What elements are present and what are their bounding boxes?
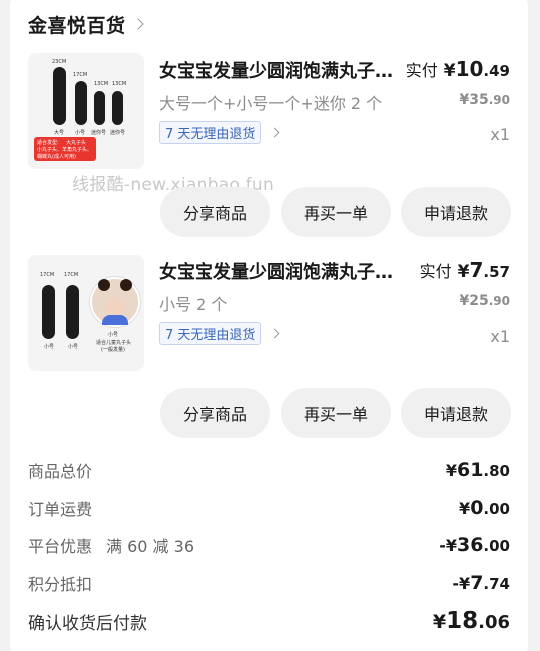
share-product-button[interactable]: 分享商品	[160, 187, 270, 237]
original-price: ¥25.90	[459, 293, 511, 309]
child-photo	[90, 277, 140, 327]
quantity: x1	[490, 125, 510, 144]
points-deduction-row: 积分抵扣 -¥ 7.74	[28, 572, 510, 594]
size-label: 23CM	[52, 59, 67, 65]
size-name: 小号	[68, 344, 79, 350]
shop-header[interactable]: 金喜悦百货	[28, 8, 144, 40]
return-policy-badge: 7 天无理由退货	[159, 322, 262, 345]
chevron-right-icon	[131, 18, 144, 30]
size-name: 迷你号	[110, 130, 126, 136]
small-bun-maker	[66, 285, 79, 339]
mini-bun-maker	[94, 91, 105, 125]
shipping-row: 订单运费 ¥0.00	[28, 497, 510, 519]
small-bun-maker	[42, 285, 55, 339]
size-label: 13CM	[94, 81, 109, 87]
paid-price: 实付 ¥ 10 .49	[405, 57, 510, 81]
product-image[interactable]: 17CM 17CM 小号 小号 小号 适合儿童丸子头 (一般发量)	[28, 255, 144, 371]
shop-name: 金喜悦百货	[28, 14, 126, 37]
final-payment-row: 确认收货后付款 ¥18.06	[28, 608, 510, 634]
size-name: 小号	[44, 344, 55, 350]
paid-price: 实付 ¥ 7 .57	[419, 258, 510, 282]
items-total-row: 商品总价 ¥61.80	[28, 459, 510, 481]
product-title[interactable]: 女宝宝发量少圆润饱满丸子头神器	[159, 57, 395, 83]
product-title[interactable]: 女宝宝发量少圆润饱满丸子头神器	[159, 258, 404, 284]
request-refund-button[interactable]: 申请退款	[401, 388, 511, 438]
request-refund-button[interactable]: 申请退款	[401, 187, 511, 237]
promo-text: 满 60 减 36	[106, 537, 194, 556]
quantity: x1	[490, 327, 510, 346]
photo-caption: (一般发量)	[101, 347, 125, 353]
hairstyle-note: 适合发型: 大丸子头 小丸子头、羊角丸子头、 蝴蝶丸(成人可用)	[34, 137, 96, 161]
shipping-value: ¥0.00	[459, 497, 510, 519]
points-deduction-value: -¥ 7.74	[452, 572, 510, 594]
photo-caption: 适合儿童丸子头	[96, 340, 132, 346]
size-name: 迷你号	[91, 130, 107, 136]
size-name: 大号	[54, 130, 65, 136]
photo-caption: 小号	[108, 332, 119, 338]
rebuy-button[interactable]: 再买一单	[281, 388, 391, 438]
size-label: 17CM	[40, 272, 55, 278]
product-spec: 大号一个+小号一个+迷你 2 个	[159, 94, 383, 113]
items-total-value: ¥61.80	[445, 459, 510, 481]
return-policy[interactable]: 7 天无理由退货	[159, 322, 280, 345]
size-label: 17CM	[73, 72, 88, 78]
small-bun-maker	[75, 81, 87, 125]
share-product-button[interactable]: 分享商品	[160, 388, 270, 438]
platform-discount-value: -¥ 36.00	[439, 534, 510, 556]
size-label: 13CM	[112, 81, 127, 87]
chevron-right-icon	[269, 127, 280, 138]
rebuy-button[interactable]: 再买一单	[281, 187, 391, 237]
product-image[interactable]: 23CM 17CM 13CM 13CM 大号 小号 迷你号 迷你号 适合发型: …	[28, 53, 144, 169]
large-bun-maker	[53, 67, 66, 125]
product-spec: 小号 2 个	[159, 295, 228, 314]
final-payment-value: ¥18.06	[432, 608, 510, 634]
return-policy-badge: 7 天无理由退货	[159, 121, 262, 144]
mini-bun-maker	[112, 91, 123, 125]
size-label: 17CM	[64, 272, 79, 278]
chevron-right-icon	[269, 328, 280, 339]
platform-discount-row: 平台优惠满 60 减 36 -¥ 36.00	[28, 534, 510, 556]
original-price: ¥35.90	[459, 92, 511, 108]
size-name: 小号	[75, 130, 86, 136]
return-policy[interactable]: 7 天无理由退货	[159, 121, 280, 144]
